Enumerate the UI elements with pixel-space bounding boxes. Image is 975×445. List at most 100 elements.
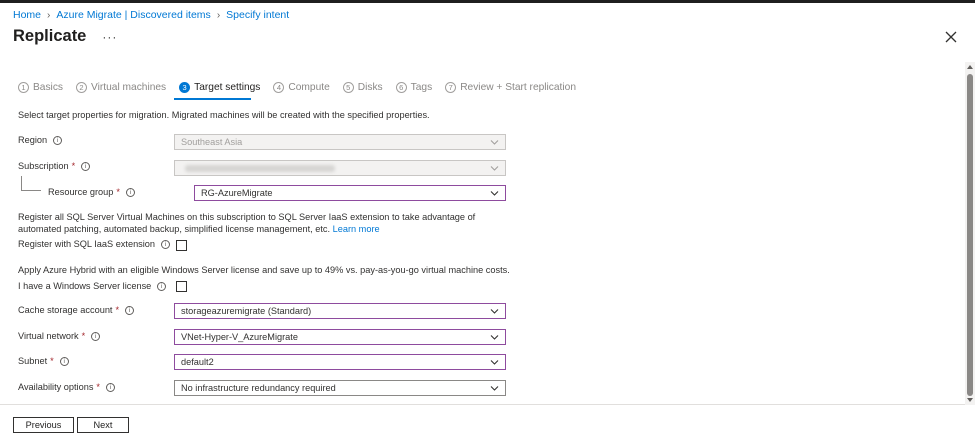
breadcrumb-discovered-items[interactable]: Azure Migrate | Discovered items bbox=[56, 9, 210, 21]
more-options-icon[interactable]: ··· bbox=[102, 30, 117, 44]
subnet-dropdown[interactable]: default2 bbox=[174, 354, 506, 370]
intro-text: Select target properties for migration. … bbox=[18, 110, 430, 120]
region-label: Region i bbox=[18, 135, 63, 145]
step-number: 7 bbox=[445, 82, 457, 93]
virtual-network-label-text: Virtual network bbox=[18, 331, 79, 341]
required-marker: * bbox=[71, 161, 76, 171]
info-icon[interactable]: i bbox=[125, 187, 135, 197]
info-icon[interactable]: i bbox=[91, 331, 101, 341]
chevron-down-icon bbox=[490, 360, 499, 365]
tab-target-settings[interactable]: 3 Target settings bbox=[179, 82, 260, 93]
top-bar bbox=[0, 0, 975, 3]
availability-label-text: Availability options bbox=[18, 382, 94, 392]
sql-iaas-label: Register with SQL IaaS extension i bbox=[18, 239, 171, 249]
availability-label: Availability options * i bbox=[18, 382, 115, 392]
chevron-down-icon bbox=[490, 166, 499, 171]
chevron-down-icon bbox=[490, 191, 499, 196]
cache-storage-label-text: Cache storage account bbox=[18, 305, 113, 315]
learn-more-link[interactable]: Learn more bbox=[333, 224, 380, 234]
required-marker: * bbox=[81, 331, 86, 341]
windows-license-checkbox[interactable] bbox=[176, 281, 187, 292]
resource-group-label-text: Resource group bbox=[48, 187, 114, 197]
step-label: Disks bbox=[357, 82, 383, 93]
info-icon[interactable]: i bbox=[106, 382, 115, 392]
subscription-label: Subscription * i bbox=[18, 161, 91, 171]
resource-group-dropdown[interactable]: RG-AzureMigrate bbox=[194, 185, 506, 201]
step-label: Target settings bbox=[194, 82, 261, 93]
availability-dropdown[interactable]: No infrastructure redundancy required bbox=[174, 380, 506, 396]
chevron-down-icon bbox=[490, 386, 499, 391]
sql-iaas-label-text: Register with SQL IaaS extension bbox=[18, 239, 156, 249]
windows-license-label-text: I have a Windows Server license bbox=[18, 281, 152, 291]
chevron-down-icon bbox=[490, 140, 499, 145]
resource-group-label: Resource group * i bbox=[48, 187, 135, 197]
breadcrumb-home[interactable]: Home bbox=[13, 9, 41, 21]
title-row: Replicate ··· bbox=[13, 27, 117, 46]
info-icon[interactable]: i bbox=[81, 161, 91, 171]
subscription-label-text: Subscription bbox=[18, 161, 69, 171]
tab-compute[interactable]: 4 Compute bbox=[273, 82, 330, 93]
windows-license-label: I have a Windows Server license i bbox=[18, 281, 167, 291]
footer-divider bbox=[0, 404, 965, 405]
subscription-dropdown bbox=[174, 160, 506, 176]
info-icon[interactable]: i bbox=[59, 356, 69, 366]
previous-button[interactable]: Previous bbox=[13, 417, 74, 433]
step-label: Virtual machines bbox=[91, 82, 167, 93]
active-tab-indicator bbox=[174, 98, 251, 100]
step-label: Basics bbox=[33, 82, 64, 93]
virtual-network-dropdown[interactable]: VNet-Hyper-V_AzureMigrate bbox=[174, 329, 506, 345]
step-number: 6 bbox=[395, 82, 407, 93]
resource-group-value: RG-AzureMigrate bbox=[201, 188, 273, 198]
step-number: 1 bbox=[18, 82, 29, 93]
info-icon[interactable]: i bbox=[157, 281, 167, 291]
scrollbar-thumb[interactable] bbox=[967, 74, 973, 396]
tree-connector-vertical bbox=[21, 176, 22, 190]
breadcrumb: Home › Azure Migrate | Discovered items … bbox=[13, 9, 289, 21]
scroll-up-icon[interactable] bbox=[966, 64, 974, 70]
tab-review-start-replication[interactable]: 7 Review + Start replication bbox=[445, 82, 576, 93]
cache-storage-dropdown[interactable]: storageazuremigrate (Standard) bbox=[174, 303, 506, 319]
required-marker: * bbox=[115, 305, 120, 315]
close-icon[interactable] bbox=[944, 30, 958, 44]
chevron-down-icon bbox=[490, 335, 499, 340]
region-label-text: Region bbox=[18, 135, 48, 145]
virtual-network-value: VNet-Hyper-V_AzureMigrate bbox=[181, 332, 298, 342]
step-label: Review + Start replication bbox=[460, 82, 576, 93]
subscription-value-redacted bbox=[185, 164, 335, 172]
azure-hybrid-description: Apply Azure Hybrid with an eligible Wind… bbox=[18, 265, 510, 275]
sql-iaas-checkbox[interactable] bbox=[176, 240, 187, 251]
virtual-network-label: Virtual network * i bbox=[18, 331, 101, 341]
required-marker: * bbox=[96, 382, 100, 392]
step-number: 5 bbox=[342, 82, 354, 93]
subnet-label: Subnet * i bbox=[18, 356, 69, 366]
step-number: 4 bbox=[273, 82, 285, 93]
breadcrumb-specify-intent[interactable]: Specify intent bbox=[226, 9, 289, 21]
sql-iaas-description-text: Register all SQL Server Virtual Machines… bbox=[18, 212, 476, 234]
info-icon[interactable]: i bbox=[125, 305, 135, 315]
required-marker: * bbox=[50, 356, 54, 366]
page-title: Replicate bbox=[13, 27, 87, 45]
subnet-value: default2 bbox=[181, 357, 214, 367]
next-button[interactable]: Next bbox=[77, 417, 129, 433]
availability-value: No infrastructure redundancy required bbox=[181, 383, 336, 393]
info-icon[interactable]: i bbox=[53, 135, 63, 145]
step-number: 3 bbox=[179, 82, 191, 93]
chevron-down-icon bbox=[490, 309, 499, 314]
scroll-down-icon[interactable] bbox=[966, 397, 974, 403]
sql-iaas-description: Register all SQL Server Virtual Machines… bbox=[18, 211, 518, 235]
subnet-label-text: Subnet bbox=[18, 356, 48, 366]
step-label: Tags bbox=[410, 82, 433, 93]
info-icon[interactable]: i bbox=[161, 239, 171, 249]
breadcrumb-separator-icon: › bbox=[216, 9, 221, 21]
tab-basics[interactable]: 1 Basics bbox=[18, 82, 63, 93]
wizard-steps: 1 Basics 2 Virtual machines 3 Target settin… bbox=[18, 82, 589, 93]
tree-connector-horizontal bbox=[21, 190, 41, 191]
cache-storage-value: storageazuremigrate (Standard) bbox=[181, 306, 312, 316]
tab-tags[interactable]: 6 Tags bbox=[395, 82, 433, 93]
step-label: Compute bbox=[288, 82, 330, 93]
tab-virtual-machines[interactable]: 2 Virtual machines bbox=[76, 82, 166, 93]
required-marker: * bbox=[116, 187, 120, 197]
region-dropdown: Southeast Asia bbox=[174, 134, 506, 150]
step-number: 2 bbox=[76, 82, 88, 93]
tab-disks[interactable]: 5 Disks bbox=[342, 82, 383, 93]
